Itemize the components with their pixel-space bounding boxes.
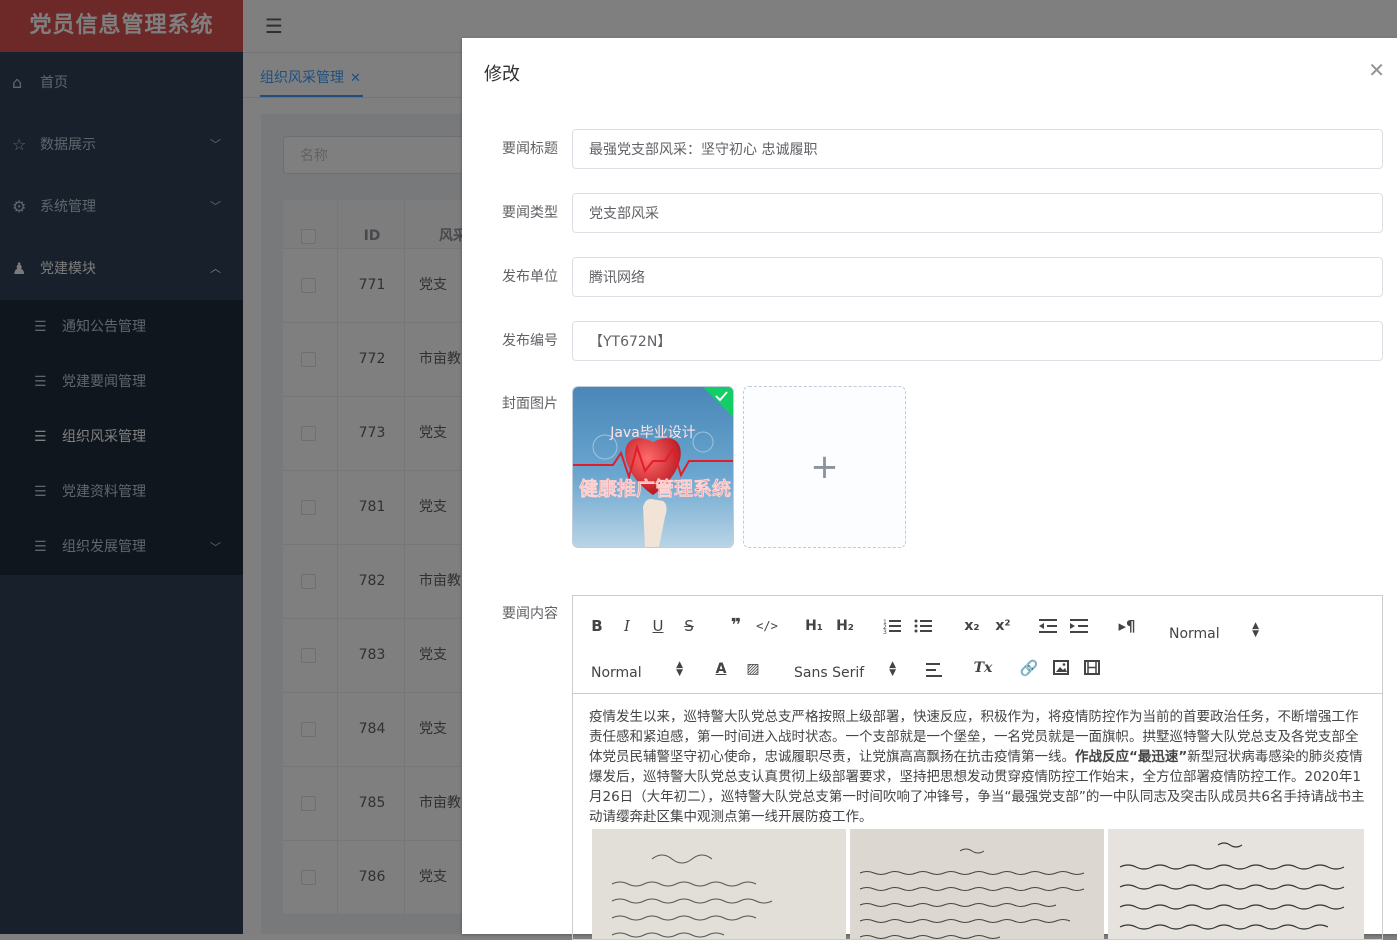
- editor-content[interactable]: 疫情发生以来，巡特警大队党总支严格按照上级部署，快速反应，积极作为，将疫情防控作…: [573, 693, 1382, 939]
- field-label: 要闻类型: [502, 205, 558, 221]
- heading2-button[interactable]: H₂: [832, 614, 858, 638]
- content-photo: [592, 829, 846, 939]
- strike-button[interactable]: S: [677, 614, 701, 638]
- close-icon[interactable]: ✕: [1368, 58, 1385, 82]
- video-icon[interactable]: [1084, 660, 1100, 675]
- title-input[interactable]: [572, 129, 1383, 169]
- cover-image[interactable]: Java毕业设计 健康推广管理系统: [572, 386, 734, 548]
- cover-thumbnail: Java毕业设计 健康推广管理系统: [573, 387, 733, 547]
- background-color-button[interactable]: ▨: [741, 657, 765, 681]
- editor-toolbar: B I U S ❞ </> H₁ H₂ 123 x₂ x² ▸¶ Normal …: [573, 596, 1382, 694]
- field-label: 发布编号: [502, 333, 558, 349]
- code-block-button[interactable]: </>: [755, 614, 779, 638]
- content-bold-heading: 作战反应“最迅速”: [1075, 749, 1188, 765]
- subscript-button[interactable]: x₂: [959, 614, 985, 638]
- superscript-button[interactable]: x²: [990, 614, 1016, 638]
- field-label: 发布单位: [502, 269, 558, 285]
- upload-button[interactable]: +: [743, 386, 906, 548]
- handwriting-photo: [592, 829, 846, 939]
- code-input[interactable]: [572, 321, 1383, 361]
- handwriting-photo: [1108, 829, 1364, 939]
- font-picker[interactable]: Sans Serif ▲ ▼: [794, 661, 896, 685]
- bullet-list-icon[interactable]: [914, 618, 932, 634]
- bold-button[interactable]: B: [585, 614, 609, 638]
- underline-button[interactable]: U: [646, 614, 670, 638]
- blockquote-button[interactable]: ❞: [724, 614, 748, 638]
- content-photo: [850, 829, 1104, 939]
- cover-text-2: 健康推广管理系统: [579, 477, 731, 500]
- unit-input[interactable]: [572, 257, 1383, 297]
- heading1-button[interactable]: H₁: [801, 614, 827, 638]
- link-icon[interactable]: 🔗: [1017, 656, 1041, 680]
- field-label: 要闻标题: [502, 141, 558, 157]
- field-label: 封面图片: [502, 396, 558, 412]
- header-picker[interactable]: Normal ▲ ▼: [1169, 622, 1259, 646]
- size-picker-label: Normal: [591, 665, 642, 681]
- edit-dialog: 修改 ✕ 要闻标题 要闻类型 发布单位 发布编号 封面图片: [462, 38, 1397, 940]
- clear-format-button[interactable]: Tx: [971, 656, 995, 680]
- content-photos: [592, 829, 1364, 939]
- type-input[interactable]: [572, 193, 1383, 233]
- updown-icon: ▲ ▼: [1252, 621, 1259, 639]
- image-icon[interactable]: [1053, 660, 1069, 675]
- header-picker-label: Normal: [1169, 626, 1220, 642]
- dialog-title: 修改: [484, 64, 520, 85]
- align-icon[interactable]: [926, 662, 944, 678]
- rich-text-editor: B I U S ❞ </> H₁ H₂ 123 x₂ x² ▸¶ Normal …: [572, 595, 1383, 940]
- indent-icon[interactable]: [1070, 618, 1088, 634]
- size-picker[interactable]: Normal ▲ ▼: [591, 661, 683, 685]
- cover-text-1: Java毕业设计: [609, 425, 696, 441]
- content-photo: [1108, 829, 1364, 939]
- ordered-list-icon[interactable]: 123: [883, 618, 901, 634]
- italic-button[interactable]: I: [615, 614, 639, 638]
- field-label: 要闻内容: [502, 606, 558, 622]
- svg-text:3: 3: [883, 629, 887, 634]
- updown-icon: ▲ ▼: [676, 660, 683, 678]
- updown-icon: ▲ ▼: [889, 660, 896, 678]
- font-picker-label: Sans Serif: [794, 665, 865, 681]
- handwriting-photo: [850, 829, 1104, 939]
- text-direction-button[interactable]: ▸¶: [1115, 614, 1139, 638]
- font-color-button[interactable]: A: [709, 657, 733, 681]
- outdent-icon[interactable]: [1039, 618, 1057, 634]
- plus-icon: +: [810, 447, 839, 487]
